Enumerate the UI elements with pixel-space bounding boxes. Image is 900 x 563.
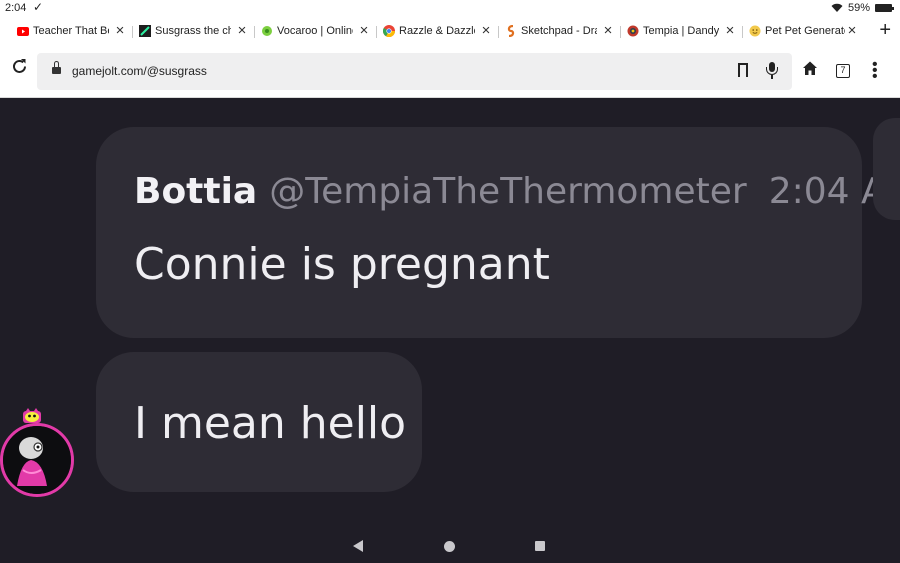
petpet-icon <box>749 25 761 37</box>
mic-icon[interactable] <box>766 62 778 80</box>
home-icon[interactable] <box>802 60 818 76</box>
close-tab-icon[interactable]: × <box>601 22 615 40</box>
nav-recents-button[interactable] <box>535 541 545 551</box>
message-author[interactable]: Bottia <box>134 171 257 212</box>
sketchpad-icon <box>505 25 517 37</box>
tab-vocaroo[interactable]: Vocaroo | Online v × <box>261 21 371 41</box>
gamejolt-icon <box>139 25 151 37</box>
tab-petpet[interactable]: Pet Pet Generator × <box>749 21 859 41</box>
battery-percent: 59% <box>847 2 870 14</box>
tab-label: Teacher That Bec <box>33 25 109 37</box>
lock-icon[interactable] <box>52 61 61 75</box>
tab-label: Sketchpad - Draw <box>521 25 597 37</box>
tab-label: Pet Pet Generator <box>765 25 845 37</box>
avatar-badge-icon <box>22 408 42 424</box>
fandom-icon <box>627 25 639 37</box>
url-text[interactable]: gamejolt.com/@susgrass <box>72 64 207 78</box>
partial-panel <box>873 118 900 220</box>
tab-switcher-button[interactable]: 7 <box>836 64 850 78</box>
tab-label: Tempia | Dandy's <box>643 25 719 37</box>
reload-icon[interactable] <box>11 58 28 81</box>
status-time: 2:04 <box>5 2 27 14</box>
nav-back-button[interactable] <box>353 540 363 552</box>
tab-label: Susgrass the cho <box>155 25 231 37</box>
tab-teacher[interactable]: Teacher That Bec × <box>17 21 127 41</box>
chat-content: Bottia@TempiaTheThermometer2:04 AM Conni… <box>0 98 900 563</box>
close-tab-icon[interactable]: × <box>845 22 859 40</box>
browser-toolbar: gamejolt.com/@susgrass 7 • • • <box>0 44 900 98</box>
chrome-icon <box>383 25 395 37</box>
youtube-icon <box>17 25 29 37</box>
message-handle[interactable]: @TempiaTheThermometer <box>269 171 746 212</box>
tab-razzle[interactable]: Razzle & Dazzle | × <box>383 21 493 41</box>
overflow-menu-icon[interactable]: • • • <box>872 57 878 85</box>
message-text: Connie is pregnant <box>134 239 550 290</box>
new-tab-button[interactable]: + <box>879 19 891 42</box>
message-bubble[interactable]: I mean hello <box>96 352 422 492</box>
status-right: 59% <box>831 2 894 14</box>
battery-icon <box>875 4 894 12</box>
tab-sketchpad[interactable]: Sketchpad - Draw × <box>505 21 615 41</box>
message-bubble[interactable]: Bottia@TempiaTheThermometer2:04 AM Conni… <box>96 127 900 338</box>
bookmark-icon[interactable] <box>738 63 748 79</box>
address-bar[interactable]: gamejolt.com/@susgrass <box>37 53 792 90</box>
tab-label: Vocaroo | Online v <box>277 25 353 37</box>
tab-strip: Teacher That Bec × Susgrass the cho × Vo… <box>0 17 900 44</box>
message-header: Bottia@TempiaTheThermometer2:04 AM <box>134 171 900 212</box>
close-tab-icon[interactable]: × <box>479 22 493 40</box>
close-tab-icon[interactable]: × <box>113 22 127 40</box>
message-text: I mean hello <box>134 398 407 449</box>
close-tab-icon[interactable]: × <box>723 22 737 40</box>
user-avatar[interactable] <box>0 423 74 497</box>
close-tab-icon[interactable]: × <box>357 22 371 40</box>
tab-label: Razzle & Dazzle | <box>399 25 475 37</box>
download-check-icon: ✓ <box>33 0 44 14</box>
status-bar: 2:04 ✓ 59% <box>0 0 900 17</box>
nav-home-button[interactable] <box>444 541 455 552</box>
tab-tempia[interactable]: Tempia | Dandy's × <box>627 21 737 41</box>
vocaroo-icon <box>261 25 273 37</box>
wifi-icon <box>831 3 843 12</box>
tab-susgrass[interactable]: Susgrass the cho × <box>139 21 249 41</box>
close-tab-icon[interactable]: × <box>235 22 249 40</box>
